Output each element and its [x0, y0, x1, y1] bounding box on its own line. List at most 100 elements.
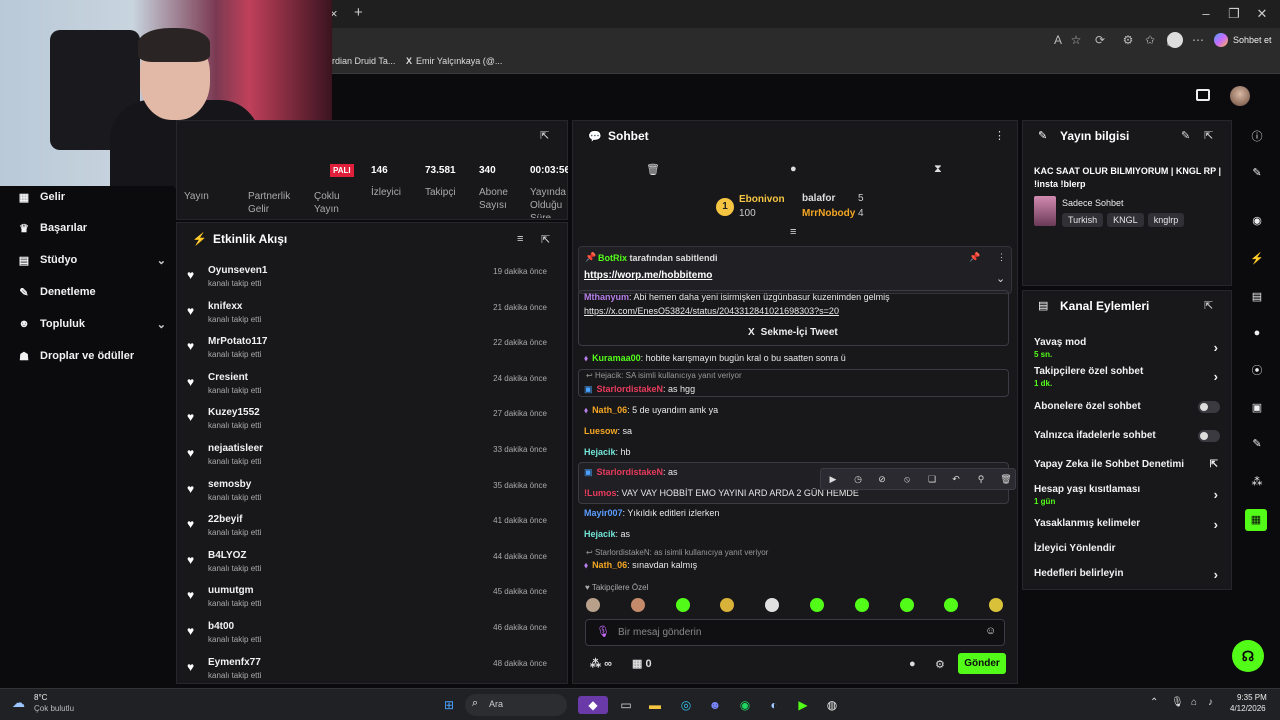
- sidebar-item-gelir[interactable]: ▦ Gelir: [16, 186, 166, 208]
- maximize-icon[interactable]: ❐: [1224, 4, 1244, 24]
- weather-temp[interactable]: 8°C: [34, 693, 47, 702]
- window-close-icon[interactable]: ✕: [1252, 4, 1272, 24]
- channel-action-row[interactable]: İzleyici Yönlendir: [1034, 543, 1224, 563]
- undo-icon[interactable]: ↶: [948, 471, 964, 487]
- gear-icon[interactable]: ⚙: [935, 658, 945, 671]
- clock-time[interactable]: 9:35 PM: [1237, 693, 1267, 702]
- bookmark-emir[interactable]: X Emir Yalçınkaya (@...: [406, 56, 502, 66]
- channel-action-row[interactable]: Yapay Zeka ile Sohbet Denetimi ⇱: [1034, 459, 1224, 479]
- event-username[interactable]: B4LYOZ: [208, 550, 247, 561]
- chat-username[interactable]: Nath_06: [592, 405, 627, 415]
- channel-action-row[interactable]: Takipçilere özel sohbet 1 dk. ›: [1034, 366, 1224, 388]
- sidebar-item-topluluk[interactable]: ☻ Topluluk ⌄: [16, 313, 166, 335]
- activity-event[interactable]: ♥ 22beyif kanalı takip etti 41 dakika önce: [187, 514, 557, 548]
- activity-event[interactable]: ♥ Cresient kanalı takip etti 24 dakika önce: [187, 372, 557, 406]
- gift-counter[interactable]: ▦ 0: [632, 657, 652, 670]
- emote-icon[interactable]: [630, 598, 645, 612]
- bookmark-druid[interactable]: rdian Druid Ta...: [332, 56, 395, 66]
- tray-chevron-icon[interactable]: ⌃: [1150, 697, 1158, 708]
- activity-event[interactable]: ♥ Eymenfx77 kanalı takip etti 48 dakika önc…: [187, 657, 557, 691]
- file-explorer-icon[interactable]: ▬: [646, 696, 664, 714]
- activity-event[interactable]: ♥ MrPotato117 kanalı takip etti 22 dakika ö…: [187, 336, 557, 370]
- emote-icon[interactable]: [854, 598, 869, 612]
- activity-event[interactable]: ♥ semosby kanalı takip etti 35 dakika önce: [187, 479, 557, 513]
- send-button[interactable]: Gönder: [958, 653, 1006, 674]
- minimize-icon[interactable]: –: [1196, 4, 1216, 24]
- chat-icon[interactable]: ●: [1248, 324, 1266, 342]
- steam-icon[interactable]: ◐: [765, 696, 783, 714]
- activity-event[interactable]: ♥ nejaatisleer kanalı takip etti 33 dakika …: [187, 443, 557, 477]
- points-display[interactable]: ⁂ ∞: [590, 657, 612, 670]
- sidebar-item-denetleme[interactable]: ✎ Denetleme: [16, 281, 166, 303]
- popout-icon[interactable]: ⇱: [1204, 129, 1213, 142]
- event-username[interactable]: 22beyif: [208, 514, 242, 525]
- support-button[interactable]: ☊: [1232, 640, 1264, 672]
- chat-settings-icon[interactable]: ●: [909, 658, 916, 670]
- extension-icon[interactable]: ⟳: [1092, 32, 1108, 48]
- event-username[interactable]: b4t00: [208, 621, 234, 632]
- event-username[interactable]: Eymenfx77: [208, 657, 261, 668]
- tag[interactable]: knglrp: [1147, 213, 1185, 227]
- edit-icon[interactable]: ✎: [1181, 129, 1190, 142]
- broadcast-icon[interactable]: ⦿: [1248, 362, 1266, 380]
- chat-username[interactable]: Mayir007: [584, 508, 623, 518]
- ban-icon[interactable]: ⦸: [899, 471, 915, 487]
- pinned-more-icon[interactable]: ⋮: [997, 252, 1006, 263]
- hourglass-icon[interactable]: ⧗: [934, 163, 942, 176]
- activity-event[interactable]: ♥ b4t00 kanalı takip etti 46 dakika önce: [187, 621, 557, 655]
- play-icon[interactable]: ▶: [825, 471, 841, 487]
- taskbar-search[interactable]: [465, 694, 567, 716]
- sidebar-item-basarilar[interactable]: ♛ Başarılar: [16, 217, 166, 239]
- popout-icon[interactable]: ⇱: [541, 233, 550, 246]
- activity-event[interactable]: ♥ Oyunseven1 kanalı takip etti 19 dakika ön…: [187, 265, 557, 299]
- chat-username[interactable]: Kuramaa00: [592, 353, 641, 363]
- task-view-icon[interactable]: ▭: [617, 696, 635, 714]
- channel-action-row[interactable]: Hedefleri belirleyin ›: [1034, 567, 1224, 588]
- chat-username[interactable]: Nath_06: [592, 560, 627, 570]
- chat-more-icon[interactable]: ⋮: [994, 129, 1005, 142]
- read-aloud-icon[interactable]: A: [1050, 32, 1066, 48]
- event-username[interactable]: Cresient: [208, 372, 248, 383]
- popout-icon[interactable]: ⇱: [1204, 299, 1213, 312]
- user-avatar[interactable]: [1230, 86, 1250, 106]
- event-username[interactable]: Oyunseven1: [208, 265, 267, 276]
- volume-icon[interactable]: ♪: [1208, 697, 1213, 708]
- timeout-icon[interactable]: ◷: [850, 471, 866, 487]
- chevron-down-icon[interactable]: ⌄: [996, 272, 1005, 285]
- chat-username[interactable]: Mthanyum: [584, 292, 629, 302]
- chat-username[interactable]: Hejacik: [584, 529, 616, 539]
- bolt-icon[interactable]: ⚡: [1248, 250, 1266, 268]
- wallet-icon[interactable]: [1196, 89, 1210, 101]
- filter-lines-icon[interactable]: ≡: [790, 226, 796, 238]
- channel-action-row[interactable]: Yalnızca ifadelerle sohbet: [1034, 430, 1224, 450]
- tweet-link[interactable]: https://x.com/EnesO53824/status/20433128…: [584, 306, 839, 316]
- extensions-icon[interactable]: ⚙: [1120, 32, 1136, 48]
- emote-icon[interactable]: [810, 598, 824, 612]
- emote-icon[interactable]: [675, 598, 690, 612]
- filter-icon[interactable]: ≡: [517, 233, 523, 245]
- wrench-icon[interactable]: ✎: [1248, 435, 1266, 453]
- drops-icon[interactable]: ⁂: [1248, 473, 1266, 491]
- chat-icon[interactable]: ●: [790, 163, 797, 175]
- toggle-switch[interactable]: [1198, 401, 1220, 413]
- channel-action-row[interactable]: Abonelere özel sohbet: [1034, 401, 1224, 421]
- kick-app-icon[interactable]: ▶: [794, 696, 812, 714]
- edge-icon[interactable]: ◎: [677, 696, 695, 714]
- chat-username[interactable]: Hejacik: [584, 447, 616, 457]
- emote-icon[interactable]: [586, 598, 600, 612]
- event-username[interactable]: uumutgm: [208, 585, 254, 596]
- popout-icon[interactable]: ⇱: [540, 129, 549, 142]
- pinned-link[interactable]: https://worp.me/hobbitemo: [584, 270, 712, 281]
- chat-username[interactable]: StarlordistakeN: [597, 467, 664, 477]
- profile-avatar[interactable]: [1167, 32, 1183, 48]
- game-app-icon[interactable]: ◆: [578, 696, 608, 714]
- activity-event[interactable]: ♥ uumutgm kanalı takip etti 45 dakika önce: [187, 585, 557, 619]
- emoji-icon[interactable]: ☺: [985, 625, 996, 637]
- microphone-icon[interactable]: 🎙: [596, 625, 610, 638]
- channel-action-row[interactable]: Hesap yaşı kısıtlaması 1 gün ›: [1034, 484, 1224, 506]
- tweet-button[interactable]: X Sekme-İçi Tweet: [748, 327, 838, 338]
- clapper-icon[interactable]: ▦: [1245, 509, 1267, 531]
- activity-event[interactable]: ♥ knifexx kanalı takip etti 21 dakika önce: [187, 301, 557, 335]
- info-icon[interactable]: ⓘ: [1248, 128, 1266, 146]
- event-username[interactable]: knifexx: [208, 301, 242, 312]
